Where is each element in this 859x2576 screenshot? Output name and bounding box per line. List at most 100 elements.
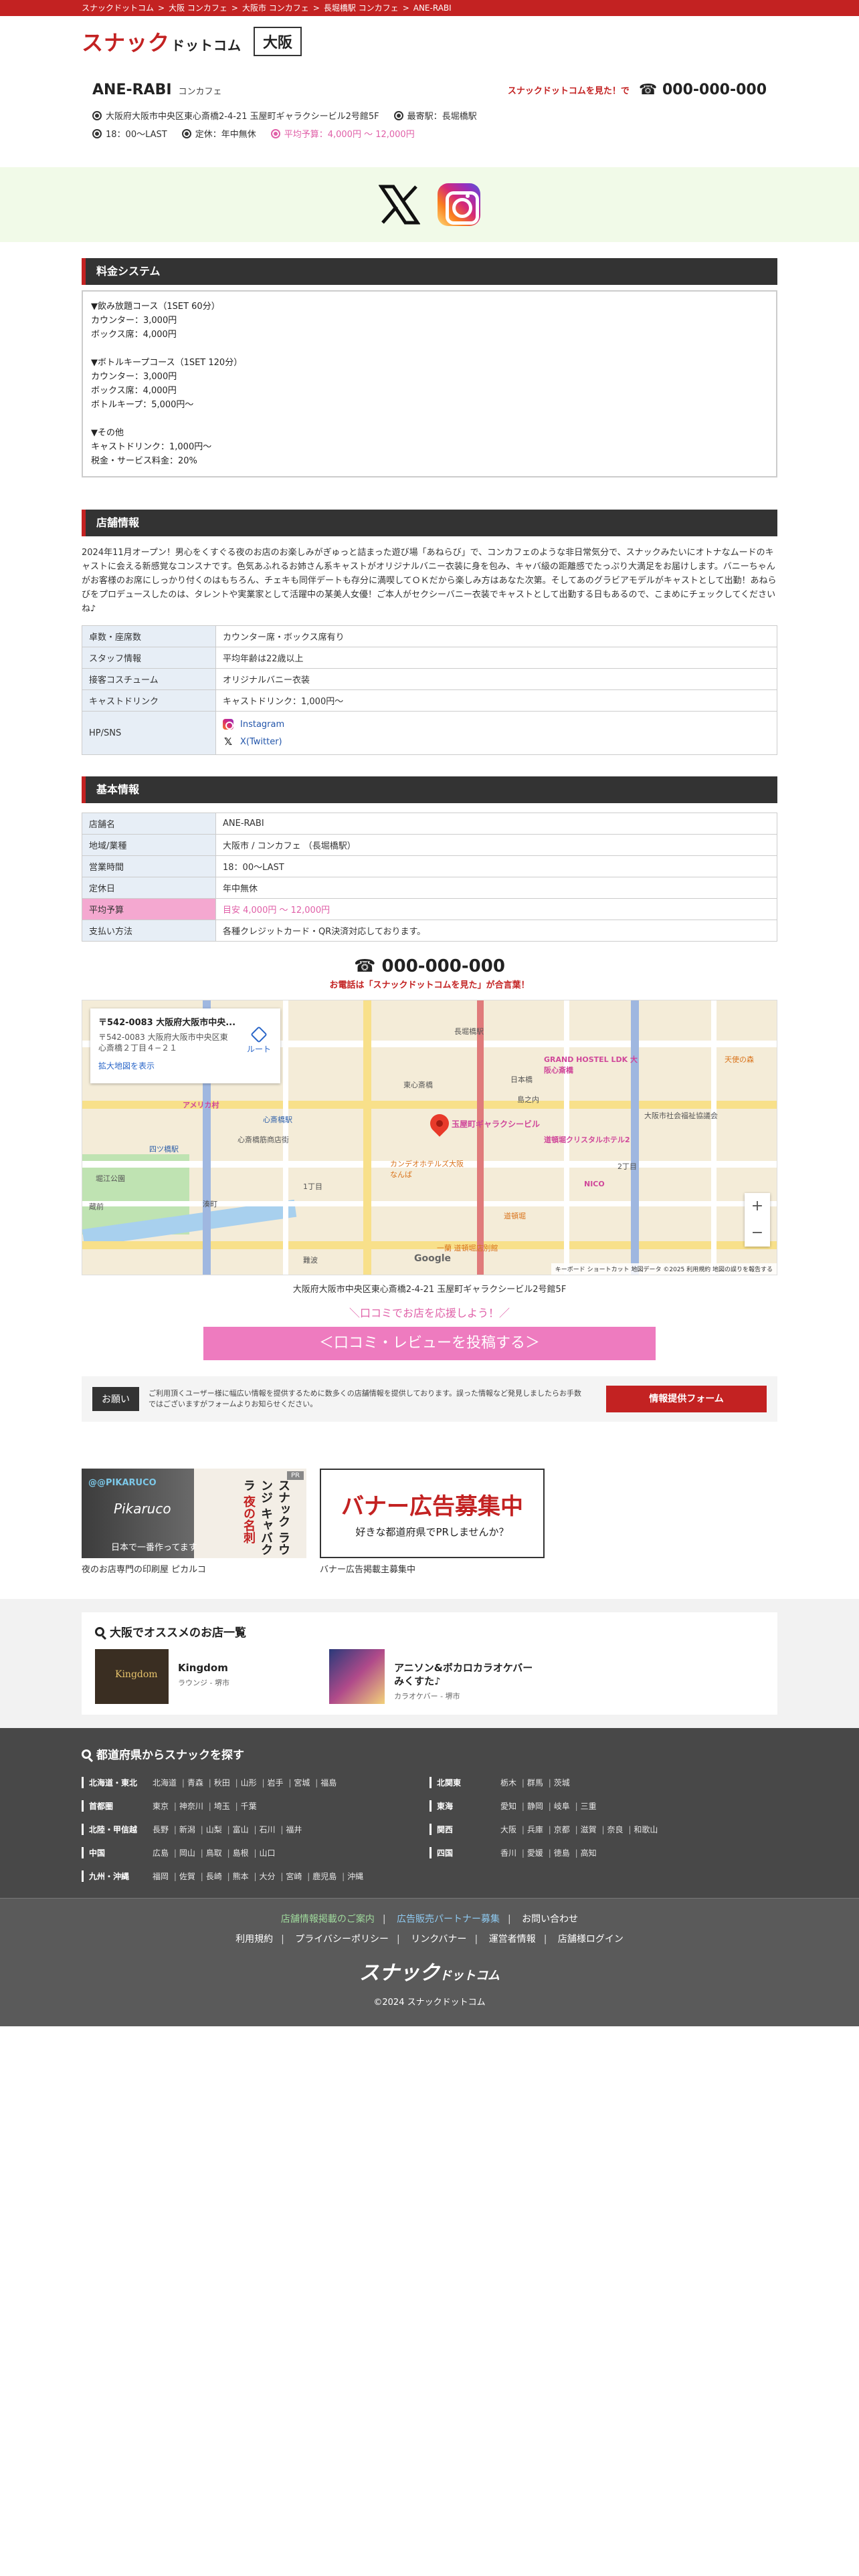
tel-number[interactable]: ☎ 000-000-000 bbox=[639, 82, 767, 98]
zoom-out-button[interactable]: − bbox=[745, 1220, 770, 1247]
prefecture-link[interactable]: 和歌山 bbox=[634, 1824, 660, 1835]
prefecture-link[interactable]: 富山 bbox=[233, 1824, 257, 1835]
shop-thumbnail[interactable] bbox=[329, 1649, 385, 1704]
prefecture-link[interactable]: 愛媛 bbox=[527, 1847, 551, 1858]
info-form-button[interactable]: 情報提供フォーム bbox=[606, 1386, 767, 1412]
map-zoom-control: + − bbox=[745, 1193, 770, 1247]
footer-link[interactable]: 店舗情報掲載のご案内 bbox=[281, 1914, 375, 1925]
breadcrumb-item[interactable]: 大阪市 コンカフェ bbox=[242, 0, 309, 16]
twitter-link[interactable]: 𝕏 X(Twitter) bbox=[223, 733, 770, 750]
prefecture-link[interactable]: 兵庫 bbox=[527, 1824, 551, 1835]
footer-link[interactable]: お問い合わせ bbox=[522, 1914, 578, 1925]
prefecture-link[interactable]: 宮城 bbox=[294, 1777, 318, 1788]
instagram-logo-icon[interactable] bbox=[438, 183, 480, 226]
prefecture-link[interactable]: 群馬 bbox=[527, 1777, 551, 1788]
prefecture-link[interactable]: 茨城 bbox=[554, 1777, 573, 1788]
prefecture-link[interactable]: 山口 bbox=[260, 1847, 278, 1858]
prefecture-link[interactable]: 愛知 bbox=[500, 1800, 524, 1812]
banner-logo-text: Pikaruco bbox=[114, 1501, 171, 1517]
prefecture-link[interactable]: 青森 bbox=[187, 1777, 211, 1788]
prefecture-link[interactable]: 滋賀 bbox=[581, 1824, 605, 1835]
header-tel[interactable]: スナックドットコムを見た！で ☎ 000-000-000 bbox=[508, 82, 767, 98]
shop-thumbnail[interactable] bbox=[95, 1649, 169, 1704]
prefecture-link[interactable]: 千葉 bbox=[241, 1800, 260, 1812]
prefecture-row: 東海愛知静岡岐阜三重 bbox=[430, 1800, 777, 1812]
prefecture-link[interactable]: 長野 bbox=[153, 1824, 177, 1835]
prefecture-link[interactable]: 岡山 bbox=[179, 1847, 203, 1858]
footer-link[interactable]: 店舗様ログイン bbox=[558, 1934, 624, 1945]
prefecture-link[interactable]: 鹿児島 bbox=[312, 1870, 345, 1882]
footer-link[interactable]: 利用規約 bbox=[235, 1934, 273, 1945]
basic-title: 基本情報 bbox=[82, 776, 777, 803]
prefecture-link[interactable]: 秋田 bbox=[214, 1777, 238, 1788]
shop-name[interactable]: アニソン&ボカロカラオケバー みくすた♪ bbox=[394, 1661, 537, 1688]
prefecture-list: 大阪兵庫京都滋賀奈良和歌山 bbox=[500, 1824, 660, 1835]
recommend-item[interactable]: Kingdom ラウンジ - 堺市 bbox=[95, 1649, 302, 1704]
prefecture-link[interactable]: 宮崎 bbox=[286, 1870, 310, 1882]
prefecture-link[interactable]: 福岡 bbox=[153, 1870, 177, 1882]
banner-caption[interactable]: バナー広告掲載主募集中 bbox=[320, 1562, 545, 1575]
price-text: ▼飲み放題コース（1SET 60分） カウンター：3,000円 ボックス席：4,… bbox=[91, 302, 243, 466]
footer-link[interactable]: リンクバナー bbox=[411, 1934, 466, 1945]
footer-link[interactable]: 広告販売パートナー募集 bbox=[397, 1914, 500, 1925]
area-badge[interactable]: 大阪 bbox=[254, 27, 302, 56]
banner-image[interactable]: PR @@PIKARUCO Pikaruco 日本で一番作ってます スナック ラ… bbox=[82, 1469, 306, 1558]
prefecture-link[interactable]: 佐賀 bbox=[179, 1870, 203, 1882]
recommend-item[interactable]: アニソン&ボカロカラオケバー みくすた♪ カラオケバー - 堺市 bbox=[329, 1649, 537, 1704]
prefecture-link[interactable]: 島根 bbox=[233, 1847, 257, 1858]
prefecture-link[interactable]: 岩手 bbox=[268, 1777, 292, 1788]
map-attribution[interactable]: キーボード ショートカット 地図データ ©2025 利用規約 地図の誤りを報告す… bbox=[551, 1263, 777, 1275]
prefecture-link[interactable]: 石川 bbox=[260, 1824, 284, 1835]
prefecture-link[interactable]: 福井 bbox=[286, 1824, 304, 1835]
prefecture-link[interactable]: 東京 bbox=[153, 1800, 177, 1812]
prefecture-link[interactable]: 北海道 bbox=[153, 1777, 185, 1788]
google-map[interactable]: 長堀橋駅 GRAND HOSTEL LDK 大阪心斎橋 東心斎橋 心斎橋筋商店街… bbox=[82, 1000, 777, 1275]
prefecture-link[interactable]: 埼玉 bbox=[214, 1800, 238, 1812]
prefecture-link[interactable]: 奈良 bbox=[607, 1824, 632, 1835]
prefecture-link[interactable]: 広島 bbox=[153, 1847, 177, 1858]
x-logo-icon[interactable] bbox=[378, 184, 421, 225]
prefecture-link[interactable]: 新潟 bbox=[179, 1824, 203, 1835]
banner-image[interactable]: バナー広告募集中 好きな都道府県でPRしませんか？ bbox=[320, 1469, 545, 1558]
prefecture-link[interactable]: 静岡 bbox=[527, 1800, 551, 1812]
prefecture-link[interactable]: 高知 bbox=[581, 1847, 599, 1858]
breadcrumb-item[interactable]: スナックドットコム bbox=[82, 0, 154, 16]
footer-logo[interactable]: スナックドットコム bbox=[0, 1956, 859, 1985]
tel-number-large[interactable]: ☎ 000-000-000 bbox=[0, 956, 859, 976]
prefecture-link[interactable]: 三重 bbox=[581, 1800, 599, 1812]
prefecture-link[interactable]: 福島 bbox=[320, 1777, 339, 1788]
banner-catch: 日本で一番作ってます bbox=[111, 1543, 197, 1553]
prefecture-link[interactable]: 熊本 bbox=[233, 1870, 257, 1882]
prefecture-link[interactable]: 大分 bbox=[260, 1870, 284, 1882]
prefecture-link[interactable]: 京都 bbox=[554, 1824, 578, 1835]
prefecture-link[interactable]: 栃木 bbox=[500, 1777, 524, 1788]
prefecture-link[interactable]: 沖縄 bbox=[347, 1870, 366, 1882]
banner-caption[interactable]: 夜のお店専門の印刷屋 ピカルコ bbox=[82, 1562, 306, 1575]
prefecture-link[interactable]: 山形 bbox=[241, 1777, 265, 1788]
breadcrumb-item[interactable]: 大阪 コンカフェ bbox=[169, 0, 227, 16]
prefecture-row: 北海道・東北北海道青森秋田山形岩手宮城福島 bbox=[82, 1777, 430, 1788]
footer-link[interactable]: 運営者情報 bbox=[489, 1934, 536, 1945]
shop-name[interactable]: Kingdom bbox=[178, 1661, 229, 1675]
prefecture-link[interactable]: 香川 bbox=[500, 1847, 524, 1858]
map-pin-icon[interactable] bbox=[426, 1110, 453, 1137]
footer-link[interactable]: プライバシーポリシー bbox=[295, 1934, 389, 1945]
prefecture-link[interactable]: 徳島 bbox=[554, 1847, 578, 1858]
instagram-link[interactable]: Instagram bbox=[223, 716, 770, 733]
map-label: 心斎橋筋商店街 bbox=[237, 1136, 289, 1144]
store-header: ANE-RABI コンカフェ スナックドットコムを見た！で ☎ 000-000-0… bbox=[0, 67, 859, 167]
prefecture-link[interactable]: 神奈川 bbox=[179, 1800, 211, 1812]
banner-pikaruco[interactable]: PR @@PIKARUCO Pikaruco 日本で一番作ってます スナック ラ… bbox=[82, 1469, 306, 1575]
banner-ad-recruit[interactable]: バナー広告募集中 好きな都道府県でPRしませんか？ バナー広告掲載主募集中 bbox=[320, 1469, 545, 1575]
breadcrumb-item[interactable]: 長堀橋駅 コンカフェ bbox=[324, 0, 399, 16]
prefecture-link[interactable]: 岐阜 bbox=[554, 1800, 578, 1812]
post-review-button[interactable]: ＜口コミ・レビューを投稿する＞ bbox=[203, 1327, 656, 1360]
site-logo[interactable]: スナック ドットコム bbox=[82, 26, 242, 57]
prefecture-link[interactable]: 鳥取 bbox=[206, 1847, 230, 1858]
prefecture-link[interactable]: 大阪 bbox=[500, 1824, 524, 1835]
prefecture-link[interactable]: 山梨 bbox=[206, 1824, 230, 1835]
zoom-in-button[interactable]: + bbox=[745, 1193, 770, 1220]
prefecture-link[interactable]: 長崎 bbox=[206, 1870, 230, 1882]
map-enlarge-link[interactable]: 拡大地図を表示 bbox=[98, 1060, 272, 1071]
map-route-button[interactable]: ルート bbox=[247, 1026, 271, 1055]
